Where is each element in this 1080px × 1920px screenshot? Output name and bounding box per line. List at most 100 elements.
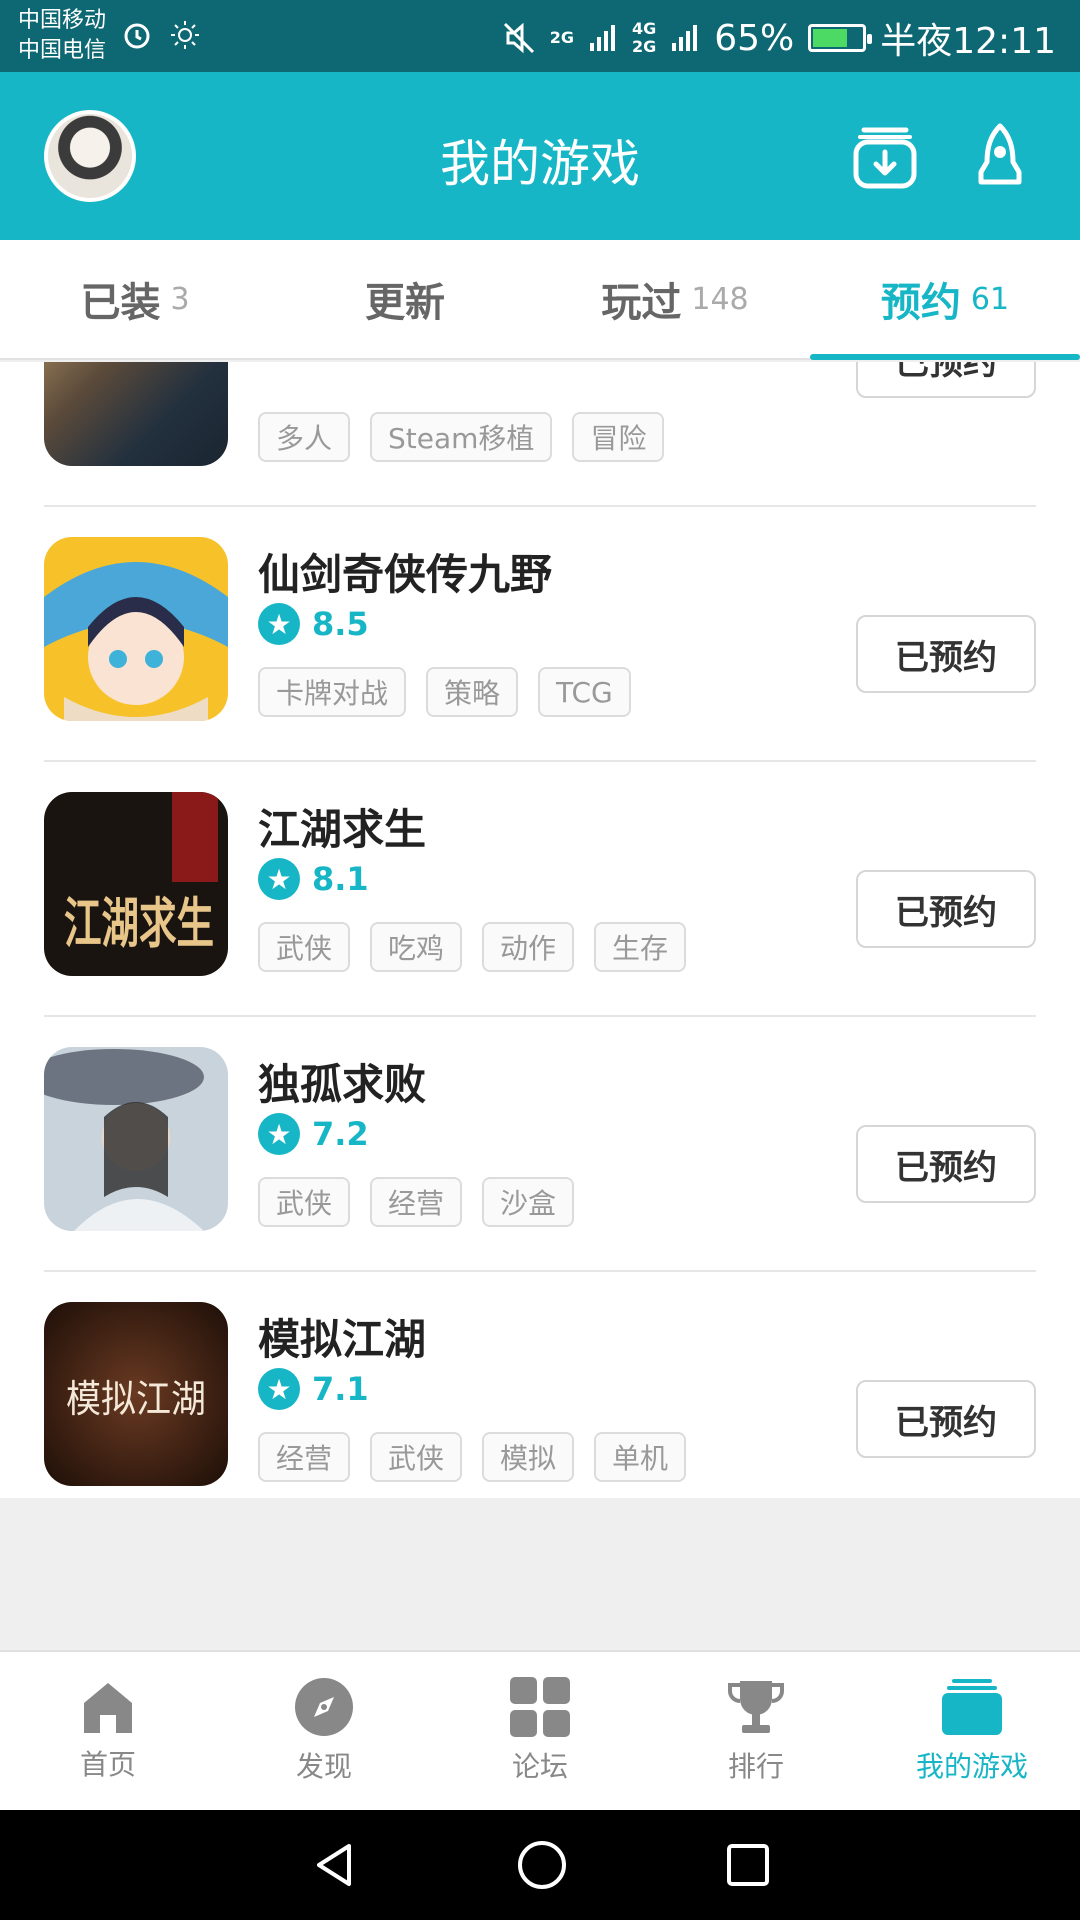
game-name[interactable]: 独孤求败: [258, 1051, 426, 1112]
tag[interactable]: 卡牌对战: [258, 667, 407, 717]
game-list-item[interactable]: 模拟江湖 模拟江湖 ★ 7.1 经营 武侠 模拟 单机 已预约: [0, 1272, 1080, 1498]
tag[interactable]: 武侠: [258, 1177, 351, 1227]
nav-label: 排行: [727, 1750, 784, 1783]
tag[interactable]: 武侠: [370, 1432, 463, 1482]
back-icon[interactable]: [309, 1840, 359, 1890]
tag[interactable]: 冒险: [572, 412, 665, 462]
game-list: 多人 Steam移植 冒险 已预约 仙剑奇侠传九野 ★ 8.5 卡牌对战 策略 …: [0, 362, 1080, 1498]
system-nav-bar: [0, 1810, 1080, 1920]
tag[interactable]: 经营: [258, 1432, 351, 1482]
game-icon: [44, 1047, 228, 1231]
tab-installed[interactable]: 已装 3: [0, 240, 270, 358]
brightness-icon: [171, 21, 199, 49]
tag-list: 武侠 经营 沙盒: [258, 1177, 575, 1227]
rating: ★ 8.5: [258, 603, 369, 645]
tab-label: 玩过: [601, 280, 682, 326]
star-icon: ★: [258, 858, 300, 900]
score: 7.1: [312, 1370, 369, 1408]
tab-reserved[interactable]: 预约 61: [810, 240, 1080, 360]
game-icon: [44, 537, 228, 721]
nav-home[interactable]: 首页: [0, 1652, 216, 1810]
game-list-item[interactable]: 仙剑奇侠传九野 ★ 8.5 卡牌对战 策略 TCG 已预约: [0, 507, 1080, 762]
reserved-button[interactable]: 已预约: [856, 870, 1036, 948]
signal-icon-2: [672, 25, 698, 51]
icon-calligraphy: 模拟江湖: [66, 1377, 206, 1421]
star-icon: ★: [258, 603, 300, 645]
nav-label: 论坛: [511, 1750, 568, 1783]
tab-label: 已装: [80, 280, 161, 326]
carrier-1: 中国移动: [18, 8, 107, 33]
tab-count: 3: [170, 281, 190, 317]
network-2g-second: 2G: [631, 37, 657, 56]
game-name[interactable]: 模拟江湖: [258, 1306, 426, 1367]
game-list-item[interactable]: 多人 Steam移植 冒险 已预约: [0, 362, 1080, 507]
tag[interactable]: 经营: [370, 1177, 463, 1227]
star-icon: ★: [258, 1113, 300, 1155]
tag-list: 武侠 吃鸡 动作 生存: [258, 922, 687, 972]
carrier-2: 中国电信: [18, 38, 107, 63]
trophy-icon: [728, 1681, 784, 1733]
reserved-button[interactable]: 已预约: [856, 1380, 1036, 1458]
icon-calligraphy: 江湖求生: [64, 891, 214, 955]
tab-label: 更新: [365, 280, 445, 326]
tag[interactable]: 模拟: [482, 1432, 575, 1482]
tab-played[interactable]: 玩过 148: [540, 240, 810, 358]
score: 8.5: [312, 605, 369, 643]
mute-icon: [503, 22, 534, 54]
stack-icon: [942, 1679, 1002, 1735]
grid-icon: [510, 1677, 570, 1737]
status-bar: 中国移动 中国电信 2G 4G 2G 65% 半夜12:11: [0, 0, 1080, 72]
nav-discover[interactable]: 发现: [216, 1652, 432, 1810]
score: 8.1: [312, 860, 369, 898]
game-name[interactable]: 仙剑奇侠传九野: [258, 541, 552, 602]
tag[interactable]: 动作: [482, 922, 575, 972]
nav-ranking[interactable]: 排行: [648, 1652, 864, 1810]
recents-icon[interactable]: [725, 1842, 771, 1888]
home-icon: [84, 1683, 132, 1733]
battery-percent: 65%: [714, 17, 795, 59]
tag[interactable]: 多人: [258, 412, 351, 462]
nav-label: 首页: [79, 1748, 136, 1781]
tag[interactable]: 单机: [594, 1432, 687, 1482]
star-icon: ★: [258, 1368, 300, 1410]
game-name[interactable]: 江湖求生: [258, 796, 426, 857]
reserved-button[interactable]: 已预约: [856, 362, 1036, 398]
nav-label: 发现: [295, 1750, 352, 1783]
tag[interactable]: Steam移植: [370, 412, 553, 462]
bottom-nav: 首页 发现 论坛 排行 我的游戏: [0, 1650, 1080, 1810]
tag[interactable]: TCG: [538, 667, 631, 717]
tab-count: 148: [691, 281, 749, 317]
rating: ★ 7.2: [258, 1113, 369, 1155]
nav-label: 我的游戏: [915, 1750, 1028, 1783]
rating: ★ 8.1: [258, 858, 369, 900]
reserved-button[interactable]: 已预约: [856, 1125, 1036, 1203]
carrier-info: 中国移动 中国电信: [18, 6, 106, 66]
battery-icon: [808, 24, 873, 52]
tag[interactable]: 生存: [594, 922, 687, 972]
tag-list: 经营 武侠 模拟 单机: [258, 1432, 687, 1482]
network-4g: 4G: [631, 19, 657, 38]
compass-icon: [295, 1678, 353, 1736]
app-header: 我的游戏: [0, 72, 1080, 240]
game-icon: 江湖求生: [44, 792, 228, 976]
signal-icon: [589, 25, 615, 51]
download-manager-icon[interactable]: [850, 122, 920, 192]
tag[interactable]: 吃鸡: [370, 922, 463, 972]
tag-list: 卡牌对战 策略 TCG: [258, 667, 631, 717]
tag[interactable]: 武侠: [258, 922, 351, 972]
tag[interactable]: 策略: [426, 667, 519, 717]
home-circle-icon[interactable]: [516, 1839, 568, 1891]
nav-my-games[interactable]: 我的游戏: [864, 1652, 1080, 1810]
tag[interactable]: 沙盒: [482, 1177, 575, 1227]
rating: ★ 7.1: [258, 1368, 369, 1410]
tab-bar: 已装 3 更新 玩过 148 预约 61: [0, 240, 1080, 360]
tab-count: 61: [970, 281, 1010, 317]
tab-updates[interactable]: 更新: [270, 240, 540, 358]
alarm-icon: [124, 23, 150, 49]
game-icon: 模拟江湖: [44, 1302, 228, 1486]
game-list-item[interactable]: 江湖求生 江湖求生 ★ 8.1 武侠 吃鸡 动作 生存 已预约: [0, 762, 1080, 1017]
nav-forum[interactable]: 论坛: [432, 1652, 648, 1810]
rocket-icon[interactable]: [965, 122, 1035, 192]
reserved-button[interactable]: 已预约: [856, 615, 1036, 693]
game-list-item[interactable]: 独孤求败 ★ 7.2 武侠 经营 沙盒 已预约: [0, 1017, 1080, 1272]
